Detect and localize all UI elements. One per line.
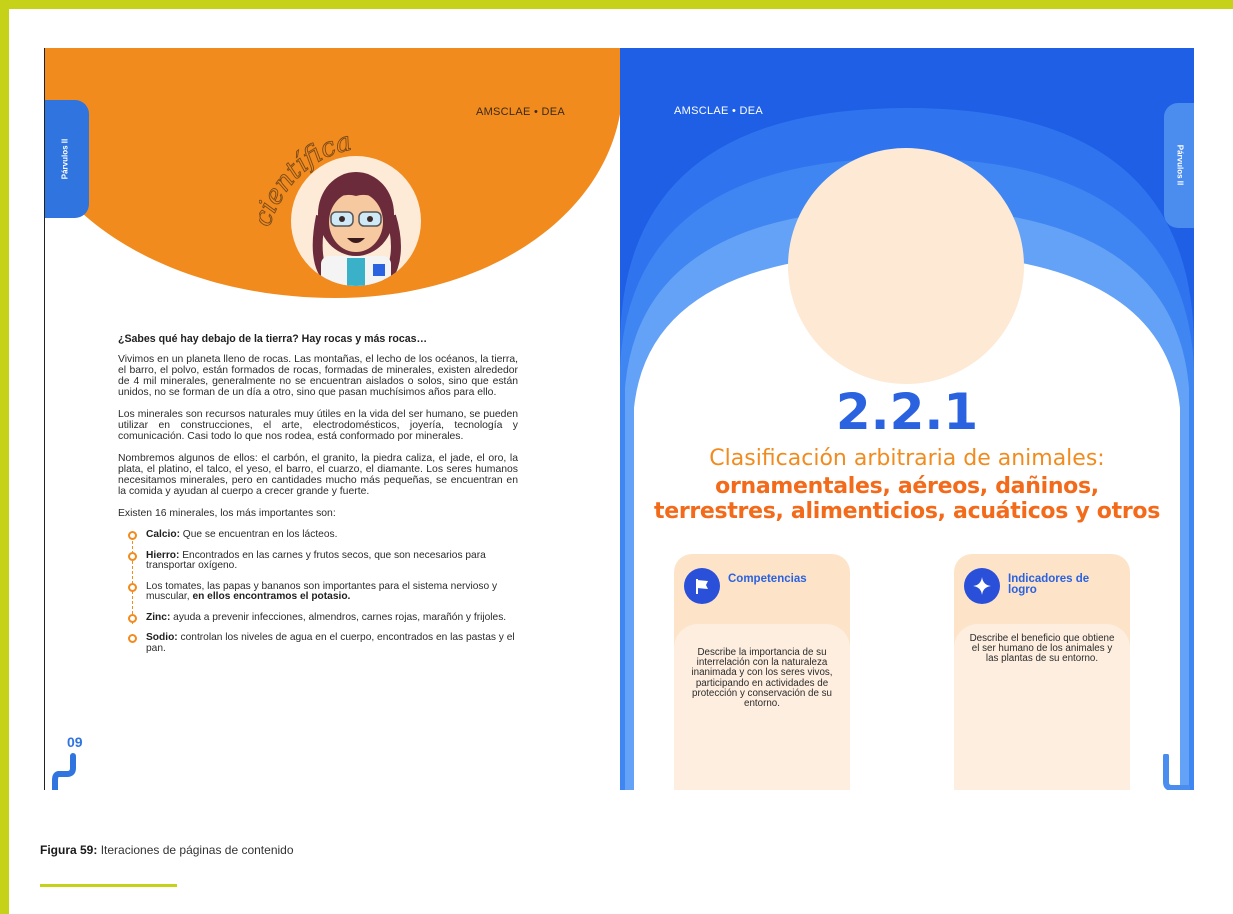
figure-text: Iteraciones de páginas de contenido	[97, 843, 294, 857]
sparkle-icon	[964, 568, 1000, 604]
hero-image-placeholder	[788, 148, 1024, 384]
scientist-avatar	[291, 156, 421, 286]
list-item: Zinc: ayuda a prevenir infecciones, alme…	[128, 612, 518, 624]
indicadores-card: Indicadores de logro Describe el benefic…	[954, 554, 1130, 790]
bullet-dot-icon	[128, 551, 137, 561]
paragraph: Vivimos en un planeta lleno de rocas. La…	[118, 354, 518, 398]
paragraph: Nombremos algunos de ellos: el carbón, e…	[118, 453, 518, 497]
bullet-dot-icon	[128, 613, 137, 623]
card-text: Describe el beneficio que obtiene el ser…	[969, 633, 1115, 665]
bullet-dot-icon	[128, 582, 137, 592]
section-tab-label: Párvulos II	[1175, 144, 1185, 186]
figure-label: Figura 59:	[40, 843, 98, 857]
card-heading: Competencias	[728, 573, 807, 585]
scientist-girl-illustration	[312, 172, 401, 286]
list-item: Calcio: Que se encuentran en los lácteos…	[128, 529, 518, 541]
caption-underline	[40, 884, 177, 887]
right-page: AMSCLAE • DEA Párvulos II 2.2.1 Clasific…	[620, 48, 1194, 790]
lesson-title: ornamentales, aéreos, dañinos, terrestre…	[653, 474, 1160, 524]
card-text: Describe la importancia de su interrelac…	[691, 647, 833, 710]
lesson-subtitle: Clasificación arbitraria de animales:	[709, 446, 1105, 471]
card-heading: Indicadores de logro	[1008, 573, 1090, 596]
left-body: ¿Sabes qué hay debajo de la tierra? Hay …	[118, 334, 518, 664]
intro-question: ¿Sabes qué hay debajo de la tierra? Hay …	[118, 333, 428, 345]
frame-left-border	[0, 0, 9, 914]
bullet-dot-icon	[128, 634, 137, 643]
bullet-dot-icon	[128, 531, 137, 540]
list-item: Sodio: controlan los niveles de agua en …	[128, 632, 518, 654]
lesson-number: 2.2.1	[835, 383, 979, 441]
figure-caption: Figura 59: Iteraciones de páginas de con…	[40, 843, 294, 857]
left-page: Párvulos II AMSCLAE • DEA científica ¿Sa…	[44, 48, 620, 790]
minerals-list: Calcio: Que se encuentran en los lácteos…	[128, 529, 518, 654]
list-item: Los tomates, las papas y bananos son imp…	[128, 581, 518, 603]
corner-bracket-icon	[52, 753, 76, 790]
flag-icon	[684, 568, 720, 604]
corner-bracket-icon	[1163, 754, 1190, 790]
frame-top-border	[0, 0, 1233, 9]
competencias-card: Competencias Describe la importancia de …	[674, 554, 850, 790]
paragraph: Existen 16 minerales, los más importante…	[118, 508, 336, 519]
section-tab[interactable]: Párvulos II	[1164, 103, 1194, 228]
list-item: Hierro: Encontrados en las carnes y frut…	[128, 550, 518, 572]
section-tab-label: Párvulos II	[60, 138, 70, 180]
paragraph: Los minerales son recursos naturales muy…	[118, 409, 518, 442]
page-header: AMSCLAE • DEA	[475, 106, 565, 118]
page-header: AMSCLAE • DEA	[674, 105, 764, 117]
page-number: 09	[67, 734, 83, 750]
